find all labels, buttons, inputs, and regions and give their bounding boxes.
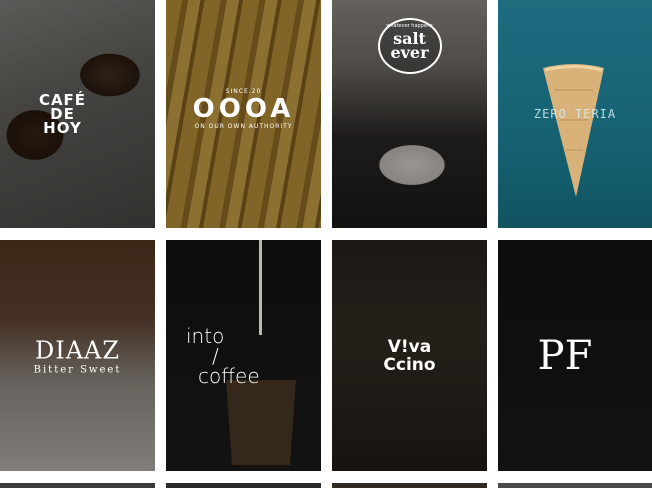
logo-line: V!va xyxy=(387,336,432,357)
tile-cafe-de-hoy[interactable]: CAFÉ DE HOY xyxy=(0,0,155,228)
tile-partial[interactable] xyxy=(498,483,652,488)
logo-title: OOOA xyxy=(192,94,295,125)
logo-title: DIAAZ xyxy=(34,336,121,364)
diaaz-logo: DIAAZ Bitter Sweet xyxy=(0,336,155,375)
logo-title: salt ever xyxy=(390,28,429,62)
tile-salt-ever[interactable]: whatever happens salt ever xyxy=(332,0,487,228)
tile-pf[interactable]: PF xyxy=(498,240,652,471)
logo-line: into xyxy=(186,323,225,348)
into-coffee-logo: into / coffee xyxy=(186,326,260,386)
logo-line: Ccino xyxy=(383,354,436,375)
tile-partial[interactable] xyxy=(166,483,321,488)
logo-line: coffee xyxy=(198,363,260,388)
logo-line: HOY xyxy=(43,119,82,137)
logo-line: / xyxy=(212,343,219,368)
pf-logo: PF xyxy=(498,333,652,379)
tile-partial[interactable] xyxy=(0,483,155,488)
tile-partial[interactable] xyxy=(332,483,487,488)
zero-teria-logo: ZERO TERIA xyxy=(498,107,652,121)
logo-tagline: Bitter Sweet xyxy=(33,364,122,375)
viva-ccino-logo: V!va Ccino xyxy=(332,338,487,374)
tile-diaaz[interactable]: DIAAZ Bitter Sweet xyxy=(0,240,155,471)
tile-oooa[interactable]: SINCE.20 OOOA ON OUR OWN AUTHORITY xyxy=(166,0,321,228)
logo-line: CAFÉ xyxy=(38,91,87,109)
logo-tagline: ON OUR OWN AUTHORITY xyxy=(194,123,293,131)
logo-title: ZERO TERIA xyxy=(533,107,617,121)
tile-into-coffee[interactable]: into / coffee xyxy=(166,240,321,471)
logo-title: PF xyxy=(537,332,593,379)
tile-zero-teria[interactable]: ZERO TERIA xyxy=(498,0,652,228)
cafe-de-hoy-logo: CAFÉ DE HOY xyxy=(0,91,155,137)
salt-ever-badge: whatever happens salt ever xyxy=(377,17,442,74)
oooa-logo: SINCE.20 OOOA ON OUR OWN AUTHORITY xyxy=(166,88,321,130)
tile-viva-ccino[interactable]: V!va Ccino xyxy=(332,240,487,471)
salt-ever-logo: whatever happens salt ever xyxy=(332,17,487,78)
